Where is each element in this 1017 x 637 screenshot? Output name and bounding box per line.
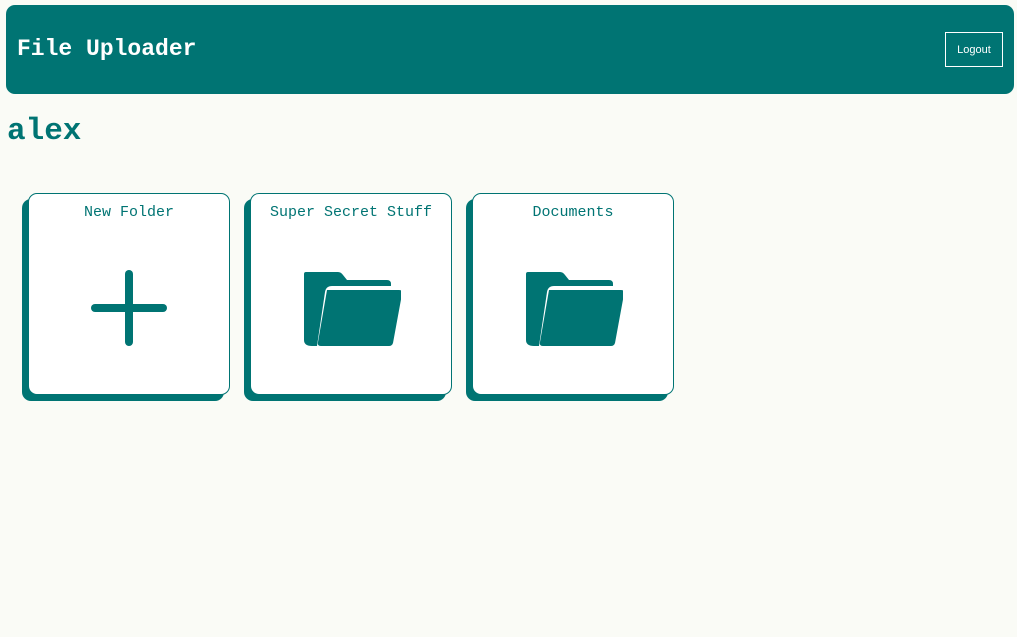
app-header: File Uploader Logout	[6, 5, 1014, 94]
new-folder-card[interactable]: New Folder	[28, 193, 230, 395]
logout-button[interactable]: Logout	[945, 32, 1003, 67]
card-label: New Folder	[83, 204, 174, 221]
app-title: File Uploader	[17, 36, 197, 62]
plus-icon	[79, 270, 179, 346]
folder-card-super-secret-stuff[interactable]: Super Secret Stuff	[250, 193, 452, 395]
card-label: Documents	[532, 204, 614, 221]
folder-open-icon	[523, 270, 623, 346]
username-heading: alex	[7, 114, 82, 149]
folder-card-documents[interactable]: Documents	[472, 193, 674, 395]
folder-open-icon	[301, 270, 401, 346]
card-label: Super Secret Stuff	[269, 204, 433, 221]
